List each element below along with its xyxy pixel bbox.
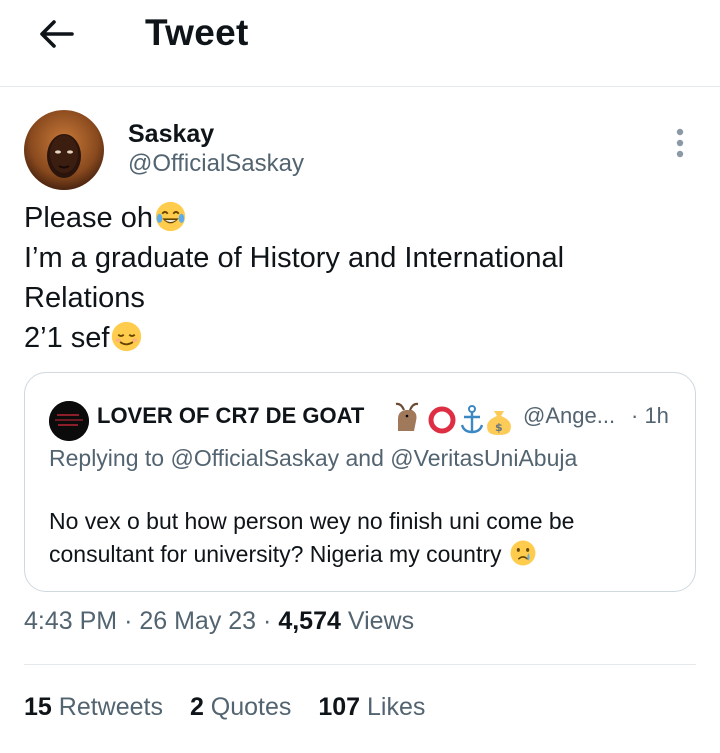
views-count: 4,574 xyxy=(278,607,341,635)
goat-emoji-icon xyxy=(395,402,419,431)
quoted-text: No vex o but how person wey no finish un… xyxy=(49,508,575,567)
tweet-line: I’m a graduate of History and Internatio… xyxy=(24,242,565,274)
red-circle-emoji-icon xyxy=(428,406,456,434)
tweet-line: Please oh xyxy=(24,198,664,238)
page-title: Tweet xyxy=(145,12,249,53)
author-avatar[interactable] xyxy=(24,110,104,190)
quoted-name-emojis: $ xyxy=(392,401,542,437)
relieved-emoji-icon xyxy=(112,321,142,352)
quoted-avatar[interactable] xyxy=(49,401,89,441)
tweet-line: Relations xyxy=(24,282,145,314)
author-handle[interactable]: @OfficialSaskay xyxy=(128,150,304,178)
back-button[interactable] xyxy=(36,14,76,54)
top-bar: Tweet xyxy=(0,0,720,87)
svg-text:$: $ xyxy=(495,421,503,434)
quoted-author-handle[interactable]: @Ange... xyxy=(523,403,615,429)
reply-mention-saskay[interactable]: @OfficialSaskay xyxy=(170,445,339,471)
tweet-date[interactable]: 26 May 23 xyxy=(139,607,256,635)
joy-emoji-icon xyxy=(155,201,186,232)
likes-stat[interactable]: 107 Likes xyxy=(318,693,425,721)
more-options-button[interactable] xyxy=(668,126,692,160)
reply-mention-veritas[interactable]: @VeritasUniAbuja xyxy=(390,445,577,471)
tweet-text: Please oh I’m a graduate of History and … xyxy=(24,198,664,358)
replying-to: Replying to @OfficialSaskay and @Veritas… xyxy=(49,445,578,471)
retweets-stat[interactable]: 15 Retweets xyxy=(24,693,163,721)
more-vertical-icon xyxy=(676,128,684,158)
author-name[interactable]: Saskay xyxy=(128,120,214,149)
money-bag-emoji-icon: $ xyxy=(487,411,511,435)
engagement-stats: 15 Retweets 2 Quotes 107 Likes xyxy=(24,693,445,722)
crying-emoji-icon xyxy=(510,540,536,566)
tweet-time[interactable]: 4:43 PM xyxy=(24,607,117,635)
quotes-stat[interactable]: 2 Quotes xyxy=(190,693,291,721)
quoted-tweet[interactable]: LOVER OF CR7 DE GOAT $ @Ange... · 1h Rep… xyxy=(24,372,696,592)
quoted-time: · 1h xyxy=(631,403,669,428)
tweet-line: 2’1 sef xyxy=(24,318,664,358)
views-label: Views xyxy=(347,607,415,635)
arrow-left-icon xyxy=(40,20,74,48)
tweet-meta: 4:43 PM · 26 May 23 · 4,574 Views xyxy=(24,607,415,635)
anchor-emoji-icon xyxy=(460,405,484,434)
quoted-author-name[interactable]: LOVER OF CR7 DE GOAT xyxy=(97,403,364,429)
divider xyxy=(24,664,696,665)
